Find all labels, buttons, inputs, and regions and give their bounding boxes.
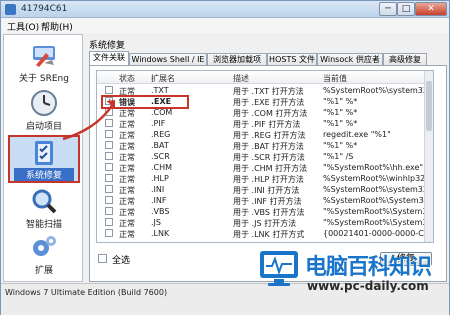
row-extension: .BAT (151, 141, 169, 150)
row-current-value: "%SystemRoot%\System32\ (323, 207, 433, 216)
app-window: 41794C61 ─ □ ✕ 工具(O) 帮助(H) 关于 SREng 启动项目 (0, 0, 450, 315)
table-row[interactable]: 正常 .REG 用于 .REG 打开方法 regedit.exe "%1" (97, 129, 433, 140)
row-extension: .CHM (151, 163, 173, 172)
sidebar-item-smart-scan[interactable]: 智能扫描 (8, 185, 80, 233)
row-current-value: "%SystemRoot%\hh.exe" " (323, 163, 430, 172)
table-row[interactable]: 正常 .SCR 用于 .SCR 打开方法 "%1" /S (97, 151, 433, 162)
row-current-value: %SystemRoot%\system32\ (323, 86, 431, 95)
sidebar-item-system-repair[interactable]: 系统修复 (8, 135, 80, 183)
sidebar: 关于 SREng 启动项目 系统修复 智能扫描 扩展 (3, 34, 83, 282)
window-title: 41794C61 (21, 4, 68, 14)
row-extension: .INI (151, 185, 165, 194)
row-checkbox[interactable] (105, 130, 113, 138)
column-status[interactable]: 状态 (119, 73, 135, 84)
sidebar-item-label: 启动项目 (25, 122, 62, 132)
row-checkbox[interactable] (105, 86, 113, 94)
sidebar-item-about[interactable]: 关于 SREng (8, 39, 80, 87)
row-current-value: %SystemRoot%\System32\ (323, 196, 432, 205)
row-current-value: "%1" %* (323, 97, 358, 106)
section-title: 系统修复 (89, 41, 126, 51)
column-extension[interactable]: 扩展名 (151, 73, 175, 84)
table-row[interactable]: 正常 .JS 用于 .JS 打开方法 "%SystemRoot%\System32\ (97, 217, 433, 228)
table-row[interactable]: 正常 .CHM 用于 .CHM 打开方法 "%SystemRoot%\hh.exe" … (97, 162, 433, 173)
row-checkbox[interactable] (105, 152, 113, 160)
row-extension: .VBS (151, 207, 170, 216)
menu-tools[interactable]: 工具(O) (7, 20, 39, 33)
os-version-text: Windows 7 Ultimate Edition (Build 7600) (5, 288, 168, 297)
row-checkbox[interactable] (105, 163, 113, 171)
watermark-url: www.pc-daily.com (307, 279, 429, 293)
row-current-value: "%SystemRoot%\System32\ (323, 218, 433, 227)
sidebar-item-label: 系统修复 (14, 168, 74, 181)
row-checkbox[interactable] (105, 218, 113, 226)
row-status: 正常 (119, 230, 135, 239)
column-current-value[interactable]: 当前值 (323, 73, 347, 84)
sidebar-item-label: 关于 SREng (19, 74, 69, 84)
watermark: 电脑百科知识 www.pc-daily.com (257, 245, 450, 315)
sidebar-item-extension[interactable]: 扩展 (8, 231, 80, 279)
error-row-highlight (101, 95, 189, 109)
table-row[interactable]: 正常 .LNK 用于 .LNK 打开方式 {00021401-0000-0000-C0 (97, 228, 433, 239)
row-current-value: regedit.exe "%1" (323, 130, 391, 139)
row-checkbox[interactable] (105, 207, 113, 215)
tab-strip: 文件关联 Windows Shell / IE 浏览器加载项 HOSTS 文件 … (89, 51, 447, 66)
row-checkbox[interactable] (105, 119, 113, 127)
select-all-checkbox[interactable] (98, 254, 107, 263)
row-current-value: "%1" /S (323, 152, 354, 161)
monitor-logo-icon (260, 251, 298, 286)
row-extension: .PIF (151, 119, 166, 128)
menu-help[interactable]: 帮助(H) (41, 20, 73, 33)
watermark-title: 电脑百科知识 (305, 255, 432, 280)
row-extension: .REG (151, 130, 171, 139)
row-current-value: "%1" %* (323, 141, 358, 150)
minimize-button[interactable]: ─ (379, 2, 397, 16)
row-current-value: %SystemRoot%\system32\ (323, 185, 431, 194)
sidebar-item-startup[interactable]: 启动项目 (8, 87, 80, 135)
row-extension: .LNK (151, 229, 170, 238)
close-button[interactable]: ✕ (415, 2, 447, 16)
sidebar-item-label: 智能扫描 (25, 220, 62, 230)
table-row[interactable]: 正常 .BAT 用于 .BAT 打开方法 "%1" %* (97, 140, 433, 151)
menu-bar: 工具(O) 帮助(H) (1, 18, 449, 33)
table-row[interactable]: 正常 .INF 用于 .INF 打开方法 %SystemRoot%\System32\ (97, 195, 433, 206)
row-checkbox[interactable] (105, 229, 113, 237)
row-extension: .HLP (151, 174, 169, 183)
column-description[interactable]: 描述 (233, 73, 249, 84)
table-row[interactable]: 正常 .INI 用于 .INI 打开方法 %SystemRoot%\system32\ (97, 184, 433, 195)
tab-file-association[interactable]: 文件关联 (89, 51, 129, 66)
title-bar[interactable]: 41794C61 ─ □ ✕ (1, 1, 449, 18)
row-extension: .TXT (151, 86, 169, 95)
magnifier-icon (32, 189, 57, 214)
extension-gears-icon (33, 236, 56, 256)
row-description: 用于 .LNK 打开方式 (233, 230, 305, 239)
row-extension: .COM (151, 108, 173, 117)
row-checkbox[interactable] (105, 141, 113, 149)
table-row[interactable]: 正常 .PIF 用于 .PIF 打开方法 "%1" %* (97, 118, 433, 129)
sidebar-item-label: 扩展 (34, 266, 53, 276)
row-current-value: %SystemRoot%\winhlp32\ (323, 174, 428, 183)
row-extension: .JS (151, 218, 161, 227)
scrollbar-thumb[interactable] (426, 81, 432, 131)
row-current-value: {00021401-0000-0000-C0 (323, 229, 429, 238)
select-all-label: 全选 (112, 256, 131, 266)
row-checkbox[interactable] (105, 174, 113, 182)
maximize-button[interactable]: □ (397, 2, 415, 16)
row-current-value: "%1" %* (323, 119, 358, 128)
row-checkbox[interactable] (105, 108, 113, 116)
row-checkbox[interactable] (105, 185, 113, 193)
table-row[interactable]: 正常 .VBS 用于 .VBS 打开方法 "%SystemRoot%\System32… (97, 206, 433, 217)
about-tools-icon (33, 46, 55, 67)
vertical-scrollbar[interactable] (424, 71, 433, 242)
row-checkbox[interactable] (105, 196, 113, 204)
row-current-value: "%1" %* (323, 108, 358, 117)
row-extension: .INF (151, 196, 167, 205)
app-icon (5, 4, 16, 15)
row-extension: .SCR (151, 152, 170, 161)
list-header: 状态 扩展名 描述 当前值 (97, 71, 433, 84)
clock-icon (31, 90, 57, 116)
repair-checklist-icon (35, 141, 53, 165)
file-association-list[interactable]: 状态 扩展名 描述 当前值 正常 .TXT 用于 .TXT 打开方法 %SystemR… (96, 70, 434, 243)
table-row[interactable]: 正常 .HLP 用于 .HLP 打开方法 %SystemRoot%\winhlp32\ (97, 173, 433, 184)
